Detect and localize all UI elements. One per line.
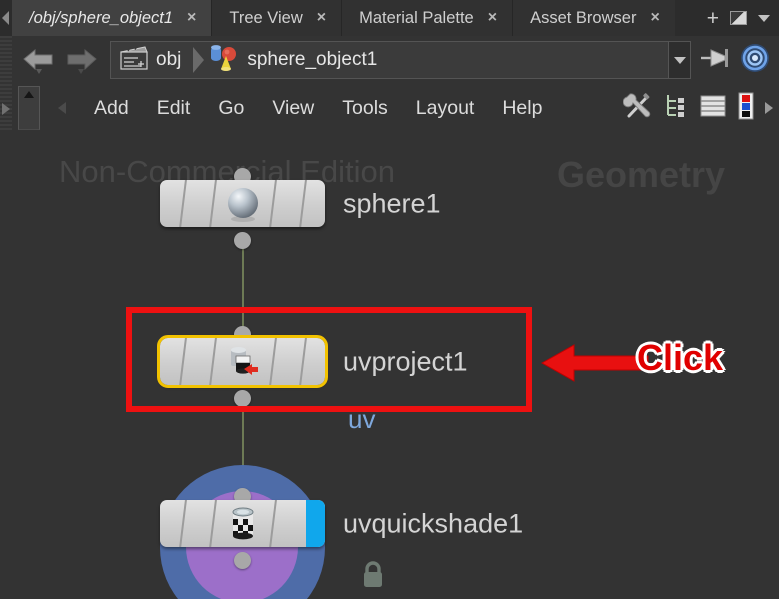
sphere-geometry-icon <box>224 185 262 223</box>
tab-label: /obj/sphere_object1 <box>29 8 174 27</box>
lock-icon <box>360 560 386 595</box>
breadcrumb-label: sphere_object1 <box>247 49 378 70</box>
forward-arrow-icon[interactable] <box>64 45 98 75</box>
node-output-port[interactable] <box>234 232 251 249</box>
houdini-network-window: /obj/sphere_object1 × Tree View × Materi… <box>0 0 779 599</box>
tab-material-palette[interactable]: Material Palette × <box>342 0 514 36</box>
add-tab-button[interactable]: + <box>707 8 719 29</box>
menu-bar: Add Edit Go View Tools Layout Help <box>0 84 779 132</box>
menubar-drag-rail[interactable] <box>0 84 12 132</box>
watermark-geometry: Geometry <box>557 154 726 195</box>
breadcrumb-separator-icon <box>193 47 205 73</box>
node-label: uvquickshade1 <box>343 508 524 538</box>
chevron-down-icon <box>673 56 686 64</box>
node-body[interactable] <box>160 180 325 227</box>
tab-obj-sphere-object1[interactable]: /obj/sphere_object1 × <box>12 0 213 36</box>
chevron-right-icon[interactable] <box>765 102 773 114</box>
path-bar: obj sphere_object1 <box>0 36 779 84</box>
layers-icon[interactable] <box>699 93 727 124</box>
split-pane-icon[interactable] <box>730 11 747 25</box>
menu-bar-tools <box>622 91 779 126</box>
tab-bar-tools: + <box>696 0 779 36</box>
pathbar-drag-rail[interactable] <box>0 36 12 84</box>
node-sphere1[interactable]: sphere1 <box>160 168 441 249</box>
path-dropdown-button[interactable] <box>668 42 690 78</box>
tab-label: Material Palette <box>359 8 474 27</box>
path-bar-tools <box>699 43 779 78</box>
uvquickshade-checker-cylinder-icon <box>224 505 262 543</box>
tree-list-icon[interactable] <box>664 93 688 124</box>
menu-item-layout[interactable]: Layout <box>402 92 489 125</box>
breadcrumb-obj[interactable]: obj <box>111 42 185 78</box>
menu-item-go[interactable]: Go <box>204 92 258 125</box>
tab-bar: /obj/sphere_object1 × Tree View × Materi… <box>0 0 779 36</box>
menu-item-edit[interactable]: Edit <box>143 92 205 125</box>
navigation-arrows <box>12 45 98 75</box>
menu-item-tools[interactable]: Tools <box>328 92 402 125</box>
highlight-box-uvproject1 <box>126 307 532 412</box>
tab-bar-spacer <box>674 0 697 36</box>
breadcrumb-sphere-object1[interactable]: sphere_object1 <box>208 42 381 78</box>
tab-tree-view[interactable]: Tree View × <box>212 0 343 36</box>
tab-scroll-left-icon[interactable] <box>0 0 12 36</box>
pin-flag-icon[interactable] <box>699 44 731 77</box>
node-label: sphere1 <box>343 188 441 218</box>
tab-label: Asset Browser <box>530 8 637 27</box>
node-body[interactable] <box>160 500 325 547</box>
tab-close-icon[interactable]: × <box>315 9 328 27</box>
tab-close-icon[interactable]: × <box>486 9 499 27</box>
node-output-port[interactable] <box>234 552 251 569</box>
back-arrow-icon[interactable] <box>22 45 56 75</box>
menu-item-view[interactable]: View <box>258 92 328 125</box>
tab-asset-browser[interactable]: Asset Browser × <box>513 0 675 36</box>
tab-label: Tree View <box>229 8 303 27</box>
node-display-flag[interactable] <box>306 500 325 547</box>
menu-item-help[interactable]: Help <box>488 92 556 125</box>
target-circle-icon[interactable] <box>740 43 770 78</box>
clapperboard-obj-icon <box>119 45 149 76</box>
left-arrow-annotation-icon <box>540 337 650 394</box>
tab-close-icon[interactable]: × <box>648 9 661 27</box>
geometry-object-icon <box>208 44 240 77</box>
tab-close-icon[interactable]: × <box>185 9 198 27</box>
click-annotation-text: Click <box>637 337 724 378</box>
network-editor-canvas[interactable]: Non-Commercial Edition Geometry sphere1 … <box>12 132 779 599</box>
node-uvquickshade1[interactable]: uvquickshade1 <box>160 465 523 599</box>
menubar-expand-icon[interactable] <box>2 103 10 115</box>
menu-item-add[interactable]: Add <box>80 92 143 125</box>
menubar-scroll-left-icon[interactable] <box>58 102 66 114</box>
breadcrumb-label: obj <box>156 49 182 70</box>
wrench-screwdriver-icon[interactable] <box>622 91 653 126</box>
menu-items: Add Edit Go View Tools Layout Help <box>80 92 556 125</box>
scroll-up-icon <box>24 91 34 98</box>
color-swatches-icon[interactable] <box>738 92 754 125</box>
menubar-scroll-up-button[interactable] <box>18 86 40 130</box>
network-path-field[interactable]: obj sphere_object1 <box>110 41 691 79</box>
chevron-down-icon[interactable] <box>758 14 770 22</box>
